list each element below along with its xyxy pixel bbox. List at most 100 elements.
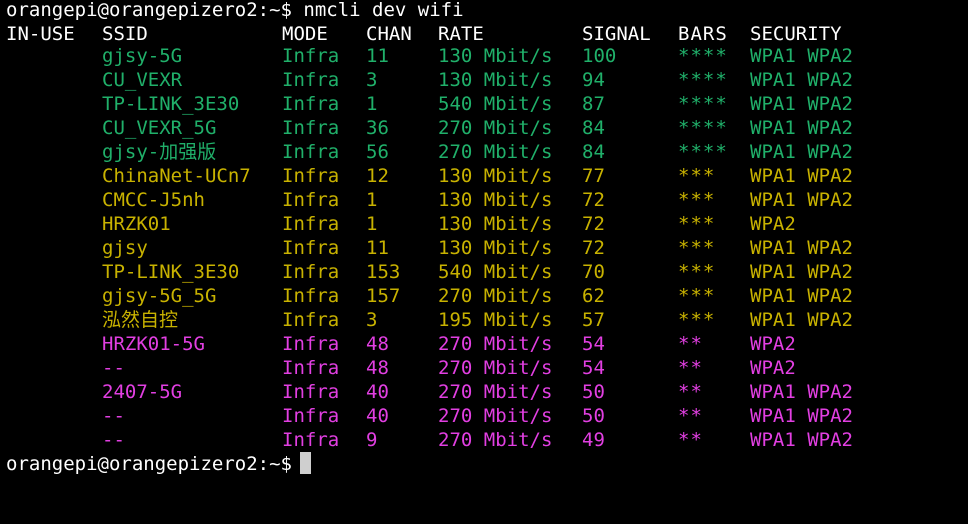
header-chan: CHAN	[366, 23, 412, 45]
shell-prompt: orangepi@orangepizero2:~$	[6, 452, 311, 476]
cell-chan: 9	[366, 429, 378, 451]
cell-mode: Infra	[282, 285, 340, 307]
cell-rate: 195 Mbit/s	[438, 309, 553, 331]
cell-rate: 270 Mbit/s	[438, 333, 553, 355]
cell-ssid: CU_VEXR_5G	[102, 117, 217, 139]
cell-bars: ***	[678, 261, 716, 283]
command-line: orangepi@orangepizero2:~$ nmcli dev wifi	[6, 0, 968, 22]
cell-mode: Infra	[282, 261, 340, 283]
cell-mode: Infra	[282, 141, 340, 163]
table-row: CMCC-J5nh Infra 1 130 Mbit/s 72 *** WPA1 WPA2	[6, 188, 968, 212]
cell-chan: 3	[366, 309, 378, 331]
cell-ssid: ChinaNet-UCn7	[102, 165, 251, 187]
cell-security: WPA1 WPA2	[750, 285, 853, 307]
text-cursor	[299, 452, 311, 474]
cell-signal: 84	[582, 141, 605, 163]
cell-security: WPA1 WPA2	[750, 93, 853, 115]
cell-bars: ***	[678, 189, 716, 211]
cell-ssid: 泓然自控	[102, 309, 179, 331]
cell-mode: Infra	[282, 165, 340, 187]
cell-ssid: gjsy	[102, 237, 148, 259]
cell-rate: 270 Mbit/s	[438, 285, 553, 307]
cell-chan: 48	[366, 333, 389, 355]
cell-bars: ****	[678, 45, 728, 67]
cell-ssid: 2407-5G	[102, 381, 183, 403]
header-ssid: SSID	[102, 23, 148, 45]
cell-ssid: gjsy-加强版	[102, 141, 217, 163]
table-row: -- Infra 40 270 Mbit/s 50 ** WPA1 WPA2	[6, 404, 968, 428]
table-row: HRZK01 Infra 1 130 Mbit/s 72 *** WPA2	[6, 212, 968, 236]
cell-rate: 270 Mbit/s	[438, 141, 553, 163]
table-row: TP-LINK_3E30 Infra 1 540 Mbit/s 87 **** WPA1 W…	[6, 92, 968, 116]
cell-rate: 130 Mbit/s	[438, 237, 553, 259]
cell-chan: 1	[366, 213, 378, 235]
table-row: HRZK01-5G Infra 48 270 Mbit/s 54 ** WPA2	[6, 332, 968, 356]
table-row: -- Infra 48 270 Mbit/s 54 ** WPA2	[6, 356, 968, 380]
cell-rate: 130 Mbit/s	[438, 69, 553, 91]
table-row: CU_VEXR Infra 3 130 Mbit/s 94 **** WPA1 WPA2	[6, 68, 968, 92]
cell-security: WPA1 WPA2	[750, 69, 853, 91]
cell-signal: 54	[582, 357, 605, 379]
cell-mode: Infra	[282, 45, 340, 67]
cell-rate: 130 Mbit/s	[438, 165, 553, 187]
prompt-line[interactable]: orangepi@orangepizero2:~$	[6, 452, 968, 476]
table-row: TP-LINK_3E30 Infra 153 540 Mbit/s 70 *** WPA1 …	[6, 260, 968, 284]
cell-security: WPA1 WPA2	[750, 381, 853, 403]
cell-bars: ****	[678, 141, 728, 163]
cell-ssid: CMCC-J5nh	[102, 189, 205, 211]
cell-bars: ****	[678, 93, 728, 115]
cell-mode: Infra	[282, 405, 340, 427]
table-row: 2407-5G Infra 40 270 Mbit/s 50 ** WPA1 WPA2	[6, 380, 968, 404]
cell-chan: 56	[366, 141, 389, 163]
cell-rate: 540 Mbit/s	[438, 93, 553, 115]
cell-chan: 1	[366, 189, 378, 211]
cell-security: WPA1 WPA2	[750, 309, 853, 331]
cell-signal: 87	[582, 93, 605, 115]
table-header: IN-USE SSID MODE CHAN RATE SIGNAL BARS S…	[6, 22, 968, 46]
cell-ssid: gjsy-5G_5G	[102, 285, 217, 307]
cell-bars: **	[678, 429, 703, 451]
cell-rate: 130 Mbit/s	[438, 189, 553, 211]
wifi-list: gjsy-5G Infra 11 130 Mbit/s 100 **** WPA1 WPA2…	[6, 44, 968, 452]
cell-signal: 77	[582, 165, 605, 187]
cell-security: WPA1 WPA2	[750, 429, 853, 451]
cell-mode: Infra	[282, 333, 340, 355]
cell-bars: ***	[678, 285, 716, 307]
cell-chan: 36	[366, 117, 389, 139]
cell-mode: Infra	[282, 117, 340, 139]
cell-chan: 1	[366, 93, 378, 115]
cell-security: WPA2	[750, 333, 796, 355]
table-row: gjsy Infra 11 130 Mbit/s 72 *** WPA1 WPA2	[6, 236, 968, 260]
cell-chan: 40	[366, 381, 389, 403]
cell-signal: 49	[582, 429, 605, 451]
table-row: CU_VEXR_5G Infra 36 270 Mbit/s 84 **** WPA1 WP…	[6, 116, 968, 140]
cell-signal: 84	[582, 117, 605, 139]
header-signal: SIGNAL	[582, 23, 651, 45]
table-row: gjsy-5G_5G Infra 157 270 Mbit/s 62 *** WPA1 WP…	[6, 284, 968, 308]
cell-signal: 54	[582, 333, 605, 355]
cell-ssid: CU_VEXR	[102, 69, 183, 91]
cell-chan: 12	[366, 165, 389, 187]
cell-rate: 270 Mbit/s	[438, 405, 553, 427]
cell-chan: 11	[366, 45, 389, 67]
cell-security: WPA1 WPA2	[750, 261, 853, 283]
cell-security: WPA1 WPA2	[750, 405, 853, 427]
cell-security: WPA1 WPA2	[750, 165, 853, 187]
cell-rate: 270 Mbit/s	[438, 357, 553, 379]
cell-mode: Infra	[282, 189, 340, 211]
cell-rate: 540 Mbit/s	[438, 261, 553, 283]
cell-signal: 72	[582, 213, 605, 235]
cell-mode: Infra	[282, 237, 340, 259]
table-row: -- Infra 9 270 Mbit/s 49 ** WPA1 WPA2	[6, 428, 968, 452]
cell-security: WPA2	[750, 213, 796, 235]
cell-ssid: HRZK01-5G	[102, 333, 205, 355]
table-row: 泓然自控 Infra 3 195 Mbit/s 57 *** WPA1 WPA2	[6, 308, 968, 332]
table-row: ChinaNet-UCn7 Infra 12 130 Mbit/s 77 *** WPA1 …	[6, 164, 968, 188]
cell-bars: ***	[678, 213, 716, 235]
cell-bars: ***	[678, 165, 716, 187]
final-prompt-text: orangepi@orangepizero2:~$	[6, 453, 292, 475]
terminal-window[interactable]: orangepi@orangepizero2:~$ nmcli dev wifi…	[0, 0, 968, 479]
cell-chan: 40	[366, 405, 389, 427]
cell-signal: 50	[582, 381, 605, 403]
cell-mode: Infra	[282, 429, 340, 451]
